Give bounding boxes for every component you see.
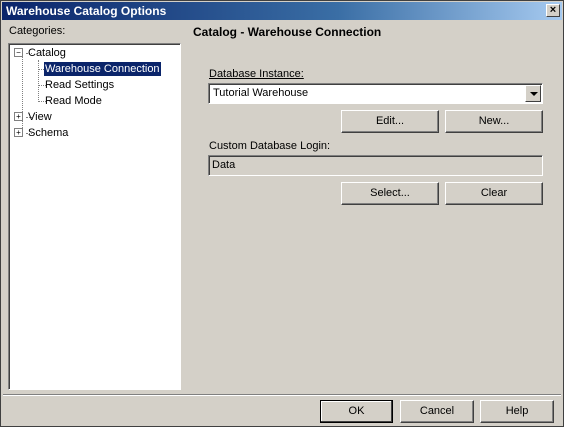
login-field[interactable]: Data	[208, 155, 543, 176]
db-instance-select[interactable]: Tutorial Warehouse	[208, 83, 543, 104]
select-button[interactable]: Select...	[341, 182, 439, 205]
tree-item-schema[interactable]: Schema	[28, 126, 68, 140]
db-instance-label: Database Instance:	[209, 68, 304, 80]
close-icon: ×	[549, 4, 557, 16]
edit-button[interactable]: Edit...	[341, 110, 439, 133]
dialog-window: Warehouse Catalog Options × Categories: …	[0, 0, 564, 427]
help-button[interactable]: Help	[480, 400, 554, 423]
db-instance-value: Tutorial Warehouse	[213, 87, 309, 99]
collapse-icon[interactable]: −	[14, 48, 23, 57]
window-title: Warehouse Catalog Options	[6, 4, 167, 18]
title-bar[interactable]: Warehouse Catalog Options ×	[2, 2, 562, 20]
tree-item-view[interactable]: View	[28, 110, 52, 124]
ok-button[interactable]: OK	[320, 400, 393, 423]
login-label: Custom Database Login:	[209, 140, 331, 152]
close-button[interactable]: ×	[546, 4, 560, 17]
new-button[interactable]: New...	[445, 110, 543, 133]
tree-item-read-mode[interactable]: Read Mode	[45, 94, 102, 108]
tree-item-catalog[interactable]: Catalog	[28, 46, 66, 60]
tree-item-read-settings[interactable]: Read Settings	[45, 78, 114, 92]
tree-line	[38, 60, 39, 102]
login-value: Data	[212, 159, 236, 171]
tree-line	[22, 56, 23, 136]
clear-button[interactable]: Clear	[445, 182, 543, 205]
footer-divider	[3, 394, 561, 396]
panel-title: Catalog - Warehouse Connection	[193, 25, 382, 39]
expand-icon[interactable]: +	[14, 112, 23, 121]
dropdown-arrow-icon[interactable]	[525, 85, 541, 102]
categories-label: Categories:	[9, 25, 66, 37]
tree-item-warehouse-connection[interactable]: Warehouse Connection	[43, 61, 162, 77]
categories-tree[interactable]: − Catalog Warehouse Connection Read Sett…	[8, 43, 181, 390]
expand-icon[interactable]: +	[14, 128, 23, 137]
cancel-button[interactable]: Cancel	[400, 400, 474, 423]
